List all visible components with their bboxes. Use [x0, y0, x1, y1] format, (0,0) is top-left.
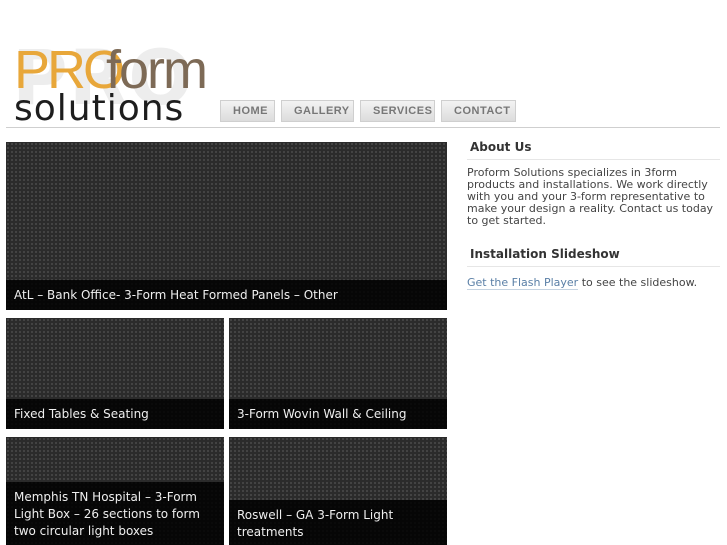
- gallery-tile-roswell[interactable]: Roswell – GA 3-Form Light treatments: [229, 437, 447, 545]
- nav-home[interactable]: HOME: [220, 100, 275, 122]
- logo-solutions: solutions: [14, 88, 185, 129]
- gallery-tile-wovin-wall[interactable]: 3-Form Wovin Wall & Ceiling: [229, 318, 447, 429]
- nav-gallery[interactable]: GALLERY: [281, 100, 354, 122]
- main-nav: HOME GALLERY SERVICES CONTACT: [220, 100, 516, 122]
- flash-player-link[interactable]: Get the Flash Player: [467, 276, 579, 290]
- slideshow-heading: Installation Slideshow: [467, 247, 720, 267]
- about-heading: About Us: [467, 140, 720, 160]
- slideshow-suffix: to see the slideshow.: [578, 276, 698, 289]
- gallery-tile-fixed-tables[interactable]: Fixed Tables & Seating: [6, 318, 224, 429]
- tile-caption: Memphis TN Hospital – 3-Form Light Box –…: [6, 482, 224, 545]
- tile-caption: Fixed Tables & Seating: [6, 399, 224, 429]
- about-text: Proform Solutions specializes in 3form p…: [467, 166, 714, 227]
- nav-contact[interactable]: CONTACT: [441, 100, 516, 122]
- tile-caption: 3-Form Wovin Wall & Ceiling: [229, 399, 447, 429]
- sidebar: About Us Proform Solutions specializes i…: [467, 140, 720, 290]
- logo[interactable]: PRO PRO form solutions: [12, 40, 212, 129]
- tile-caption: Roswell – GA 3-Form Light treatments: [229, 500, 447, 545]
- tile-caption: AtL – Bank Office- 3-Form Heat Formed Pa…: [6, 280, 447, 310]
- gallery-tile-bank-office[interactable]: AtL – Bank Office- 3-Form Heat Formed Pa…: [6, 142, 447, 310]
- nav-services[interactable]: SERVICES: [360, 100, 435, 122]
- gallery-tile-memphis-hospital[interactable]: Memphis TN Hospital – 3-Form Light Box –…: [6, 437, 224, 545]
- slideshow-text: Get the Flash Player to see the slidesho…: [467, 276, 720, 290]
